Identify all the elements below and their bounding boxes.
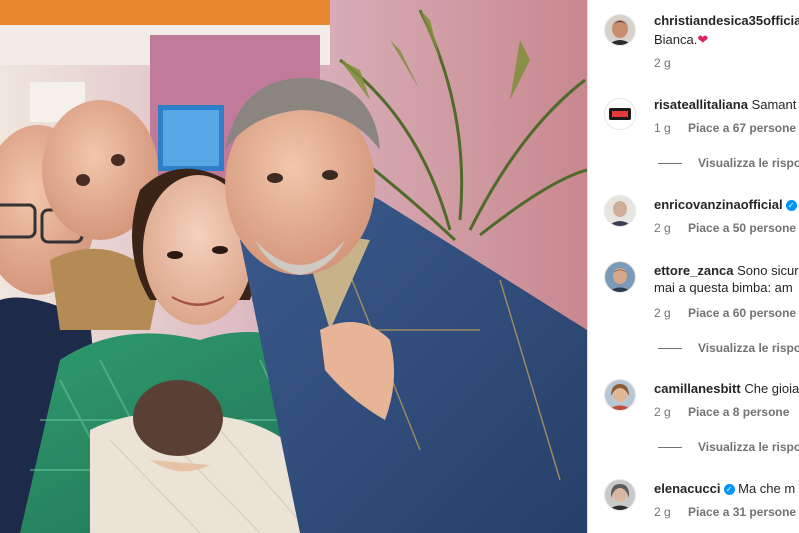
view-replies-button[interactable]: Visualizza le rispos [658,156,799,170]
comment-text: Ma che m [738,481,796,496]
comment-username[interactable]: risateallitaliana [654,97,748,112]
view-replies-button[interactable]: Visualizza le rispos [658,341,799,355]
comment-text: Che gioia [744,381,799,396]
comment-likes[interactable]: Piace a 8 persone [688,405,789,419]
avatar-enricovanzinaofficial[interactable] [604,195,636,227]
heart-icon: ❤ [697,32,709,47]
comment-age: 2 g [654,306,671,320]
comment-age: 2 g [654,221,671,235]
comment-text: Samant [751,97,797,112]
avatar-image [605,196,635,226]
verified-badge-icon: ✓ [723,484,735,495]
comment-username[interactable]: ettore_zanca [654,263,733,278]
avatar-image [605,380,635,410]
comment-meta: 2 g Piace a 8 persone Ri [654,405,799,419]
avatar-risateallitaliana[interactable] [604,98,636,130]
family-photo-image [0,0,587,533]
avatar-camillanesbitt[interactable] [604,379,636,411]
avatar-christiandesica35official[interactable] [604,14,636,46]
avatar-image [605,480,635,510]
caption-username[interactable]: christiandesica35official [654,13,799,28]
view-replies-label: Visualizza le rispos [698,341,799,355]
avatar-image [605,99,635,129]
comment-likes[interactable]: Piace a 31 persone [688,505,796,519]
comment-meta: 1 g Piace a 67 persone R [654,121,799,135]
view-replies-label: Visualizza le rispos [698,440,799,454]
comment-age: 2 g [654,505,671,519]
caption-meta: 2 g [654,56,685,70]
verified-badge-icon: ✓ [785,200,797,211]
comment-meta: 2 g Piace a 50 persone R [654,221,799,235]
view-replies-line [658,348,682,350]
comments-panel[interactable]: christiandesica35official Bianca.❤ 2 g r… [588,0,799,533]
view-replies-line [658,163,682,165]
comment-likes[interactable]: Piace a 50 persone [688,221,796,235]
view-replies-label: Visualizza le rispos [698,156,799,170]
caption-age: 2 g [654,56,671,70]
comment-meta: 2 g Piace a 31 persone R [654,505,799,519]
comment-username[interactable]: elenacucci [654,481,721,496]
comment-username[interactable]: camillanesbitt [654,381,741,396]
view-replies-button[interactable]: Visualizza le rispos [658,440,799,454]
comment-text-line2: mai a questa bimba: am [654,280,793,295]
comment-meta: 2 g Piace a 60 persone R [654,306,799,320]
comment-age: 2 g [654,405,671,419]
avatar-ettore_zanca[interactable] [604,261,636,293]
comment-username[interactable]: enricovanzinaofficial [654,197,783,212]
comment-likes[interactable]: Piace a 67 persone [688,121,796,135]
comment-text: Sono sicur [737,263,799,278]
comment-age: 1 g [654,121,671,135]
caption-text: Bianca. [654,32,698,47]
view-replies-line [658,447,682,449]
avatar-image [605,15,635,45]
avatar-image [605,262,635,292]
post-photo[interactable] [0,0,587,533]
comment-likes[interactable]: Piace a 60 persone [688,306,796,320]
avatar-elenacucci[interactable] [604,479,636,511]
